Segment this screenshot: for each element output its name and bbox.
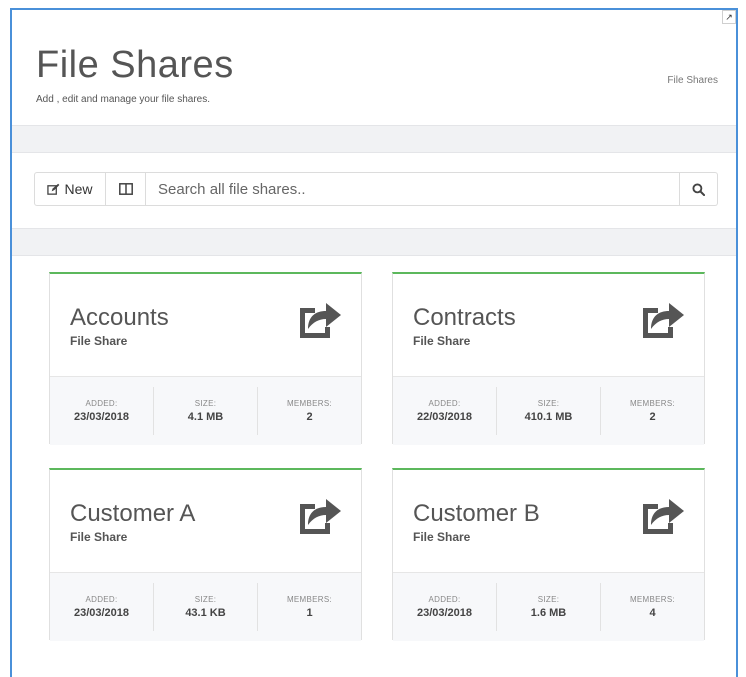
stat-added: ADDED: 22/03/2018	[393, 387, 497, 435]
search-button[interactable]	[680, 172, 718, 206]
new-button[interactable]: New	[34, 172, 106, 206]
share-icon[interactable]	[293, 492, 343, 536]
share-name: Accounts	[70, 304, 169, 331]
share-name: Customer B	[413, 500, 540, 527]
share-icon[interactable]	[293, 296, 343, 340]
section-divider	[12, 125, 736, 153]
stat-label: SIZE:	[537, 399, 560, 408]
stat-value: 23/03/2018	[73, 607, 130, 619]
file-share-card[interactable]: Accounts File Share ADDED: 23/03/2018 SI…	[49, 272, 362, 445]
search-icon	[692, 182, 705, 196]
stat-value: 1.6 MB	[530, 607, 567, 619]
stat-value: 1	[306, 607, 313, 619]
page-subtitle: Add , edit and manage your file shares.	[36, 94, 210, 105]
edit-icon	[47, 183, 60, 195]
share-type: File Share	[70, 530, 128, 544]
share-stats: ADDED: 22/03/2018 SIZE: 410.1 MB MEMBERS…	[393, 377, 704, 445]
file-share-card[interactable]: Customer B File Share ADDED: 23/03/2018 …	[392, 468, 705, 641]
stat-label: SIZE:	[537, 595, 560, 604]
stat-label: ADDED:	[428, 595, 461, 604]
stat-value: 410.1 MB	[524, 411, 573, 423]
stat-size: SIZE: 4.1 MB	[154, 387, 258, 435]
stat-label: ADDED:	[428, 399, 461, 408]
file-share-grid: Accounts File Share ADDED: 23/03/2018 SI…	[49, 272, 705, 641]
stat-value: 23/03/2018	[73, 411, 130, 423]
stat-label: MEMBERS:	[286, 595, 333, 604]
expand-icon[interactable]: ↗	[722, 10, 736, 24]
stat-members: MEMBERS: 1	[258, 583, 361, 631]
stat-value: 23/03/2018	[416, 607, 473, 619]
stat-label: MEMBERS:	[286, 399, 333, 408]
stat-label: MEMBERS:	[629, 595, 676, 604]
stat-label: ADDED:	[85, 399, 118, 408]
section-divider	[12, 228, 736, 256]
share-stats: ADDED: 23/03/2018 SIZE: 43.1 KB MEMBERS:…	[50, 573, 361, 641]
file-share-card[interactable]: Contracts File Share ADDED: 22/03/2018 S…	[392, 272, 705, 445]
stat-label: ADDED:	[85, 595, 118, 604]
page-title: File Shares	[36, 44, 234, 86]
stat-value: 22/03/2018	[416, 411, 473, 423]
stat-members: MEMBERS: 4	[601, 583, 704, 631]
share-stats: ADDED: 23/03/2018 SIZE: 1.6 MB MEMBERS: …	[393, 573, 704, 641]
breadcrumb[interactable]: File Shares	[667, 75, 718, 86]
columns-toggle-button[interactable]	[106, 172, 146, 206]
toolbar: New	[34, 172, 718, 206]
stat-value: 2	[306, 411, 313, 423]
stat-value: 43.1 KB	[185, 607, 226, 619]
stat-label: SIZE:	[194, 595, 217, 604]
share-type: File Share	[413, 530, 471, 544]
share-name: Customer A	[70, 500, 196, 527]
share-type: File Share	[70, 334, 128, 348]
stat-value: 2	[649, 411, 656, 423]
file-share-card[interactable]: Customer A File Share ADDED: 23/03/2018 …	[49, 468, 362, 641]
main-panel: ↗ File Shares Add , edit and manage your…	[10, 8, 738, 677]
stat-label: SIZE:	[194, 399, 217, 408]
stat-members: MEMBERS: 2	[258, 387, 361, 435]
stat-size: SIZE: 1.6 MB	[497, 583, 601, 631]
stat-size: SIZE: 43.1 KB	[154, 583, 258, 631]
stat-added: ADDED: 23/03/2018	[50, 583, 154, 631]
stat-added: ADDED: 23/03/2018	[393, 583, 497, 631]
share-type: File Share	[413, 334, 471, 348]
stat-size: SIZE: 410.1 MB	[497, 387, 601, 435]
share-stats: ADDED: 23/03/2018 SIZE: 4.1 MB MEMBERS: …	[50, 377, 361, 445]
columns-icon	[118, 183, 133, 195]
stat-value: 4.1 MB	[187, 411, 224, 423]
share-icon[interactable]	[636, 492, 686, 536]
share-name: Contracts	[413, 304, 516, 331]
search-input[interactable]	[146, 172, 680, 206]
stat-label: MEMBERS:	[629, 399, 676, 408]
share-icon[interactable]	[636, 296, 686, 340]
new-button-label: New	[64, 181, 93, 197]
stat-value: 4	[649, 607, 656, 619]
stat-added: ADDED: 23/03/2018	[50, 387, 154, 435]
stat-members: MEMBERS: 2	[601, 387, 704, 435]
